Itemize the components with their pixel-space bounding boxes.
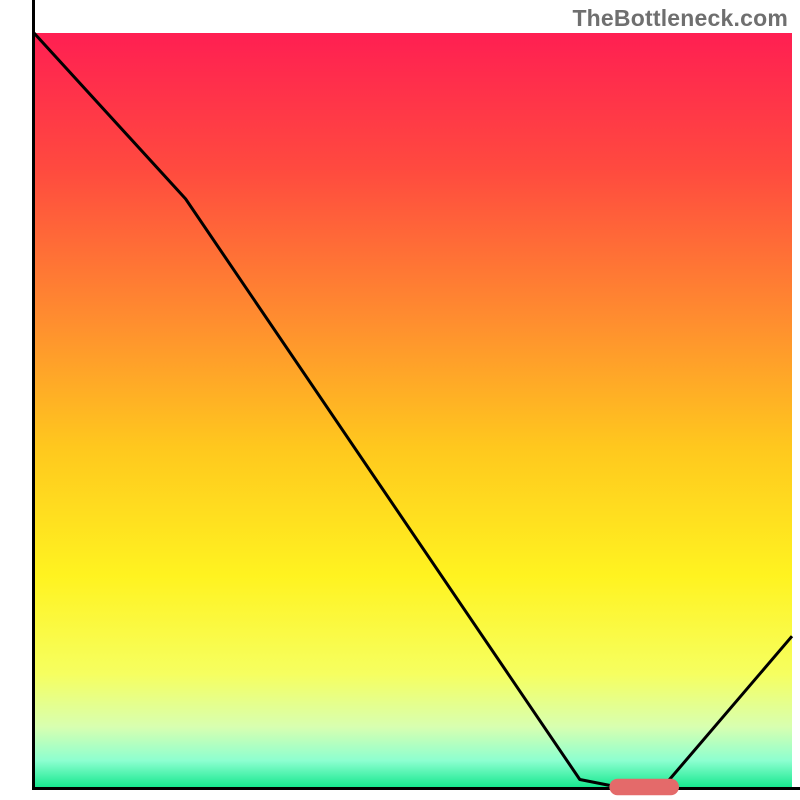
bottleneck-chart: [0, 0, 800, 800]
chart-container: TheBottleneck.com: [0, 0, 800, 800]
plot-background: [34, 33, 792, 787]
